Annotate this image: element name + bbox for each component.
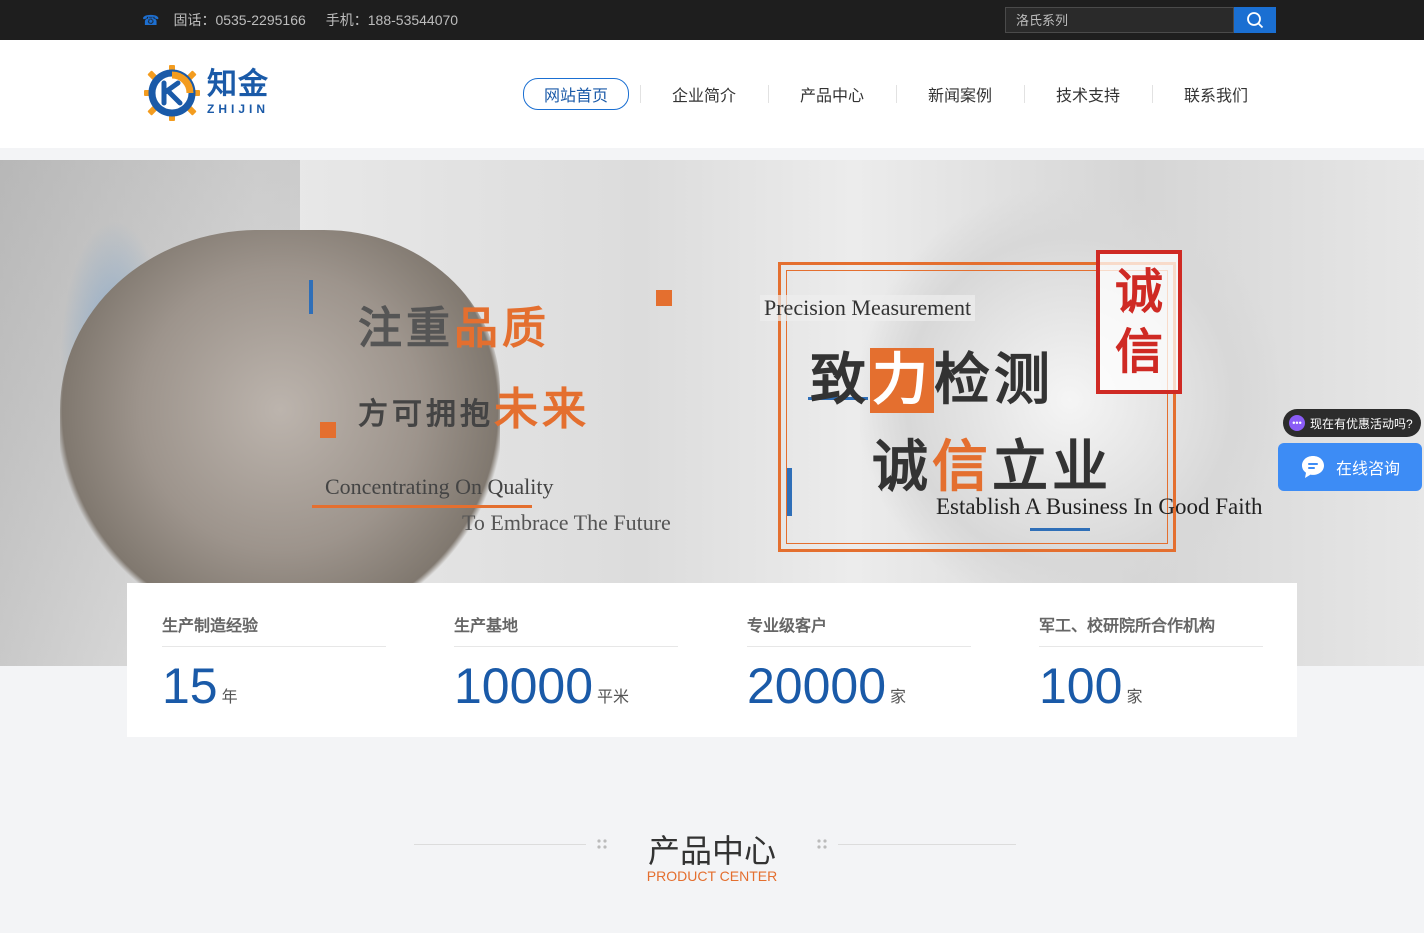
stat-value: 100 家: [1039, 661, 1263, 711]
deco-bar: [1030, 528, 1090, 531]
stat-label: 生产制造经验: [162, 612, 386, 647]
stat-item: 生产制造经验 15 年: [162, 583, 386, 711]
nav-contact[interactable]: 联系我们: [1152, 79, 1280, 109]
seal-char: 诚: [1114, 264, 1163, 320]
contact-info: ☎ 固话：0535-2295166 手机：188-53544070: [142, 0, 458, 40]
deco-square: [320, 422, 336, 438]
slogan-text: 立业: [992, 435, 1112, 500]
slogan-highlight: 信: [932, 435, 992, 500]
logo-en: ZHIJIN: [207, 102, 270, 116]
nav-support-label: 技术支持: [1055, 88, 1120, 105]
stat-item: 军工、校研院所合作机构 100 家: [1039, 583, 1263, 711]
nav-about-label: 企业简介: [671, 88, 736, 105]
search-button[interactable]: [1234, 7, 1276, 33]
banner-precision-text: Precision Measurement: [760, 295, 976, 321]
stat-number: 10000: [454, 658, 594, 714]
search-box: [1005, 7, 1276, 33]
deco-bar: [309, 280, 313, 314]
mobile-text: 手机：188-53544070: [325, 12, 459, 28]
stat-value: 20000 家: [747, 661, 971, 711]
stat-number: 20000: [747, 658, 887, 714]
chat-icon: [1302, 456, 1324, 478]
deco-bar: [787, 468, 792, 516]
landline-text: 固话：0535-2295166: [173, 12, 306, 28]
gear-logo-icon: [144, 65, 200, 121]
slogan-highlight: 未来: [494, 384, 590, 435]
banner-en-right: Establish A Business In Good Faith: [936, 494, 1263, 519]
banner-en-left-2: To Embrace The Future: [462, 510, 671, 535]
slogan-text: 致: [810, 348, 870, 413]
section-subtitle: PRODUCT CENTER: [646, 868, 778, 884]
site-header: 知金 ZHIJIN 网站首页 企业简介 产品中心 新闻案例 技术支持 联系我们: [0, 40, 1424, 148]
stat-item: 生产基地 10000 平米: [454, 583, 678, 711]
chat-bubble-icon: •••: [1289, 415, 1305, 431]
stat-unit: 家: [890, 689, 907, 706]
slogan-text: 注重: [358, 303, 454, 354]
phone-icon: ☎: [142, 11, 160, 28]
nav-products-label: 产品中心: [799, 88, 864, 105]
nav-news[interactable]: 新闻案例: [896, 79, 1024, 109]
search-input[interactable]: [1005, 7, 1234, 33]
stat-unit: 平米: [597, 689, 630, 706]
logo-text: 知金 ZHIJIN: [207, 67, 270, 117]
slogan-highlight: 品质: [454, 303, 550, 354]
slogan-text: 方可拥抱: [358, 397, 494, 432]
stat-label: 生产基地: [454, 612, 678, 647]
nav-products[interactable]: 产品中心: [768, 79, 896, 109]
top-bar: ☎ 固话：0535-2295166 手机：188-53544070: [0, 0, 1424, 40]
deco-underline: [312, 505, 532, 508]
stat-item: 专业级客户 20000 家: [747, 583, 971, 711]
online-consult-button[interactable]: 在线咨询: [1278, 443, 1422, 491]
banner-en-left-1: Concentrating On Quality: [325, 474, 554, 499]
stats-panel: 生产制造经验 15 年 生产基地 10000 平米 专业级客户 20000 家 …: [127, 583, 1297, 737]
logo-cn: 知金: [207, 67, 269, 102]
nav-home-label: 网站首页: [522, 78, 629, 110]
seal-char: 信: [1114, 324, 1163, 380]
section-title: 产品中心: [647, 832, 776, 870]
banner-slogan-left-2: 方可拥抱未来: [358, 373, 590, 437]
banner-slogan-right-2: 诚信立业: [872, 422, 1112, 503]
stat-value: 15 年: [162, 661, 386, 711]
banner-slogan-left-1: 注重品质: [358, 292, 550, 356]
promo-bubble-text: 现在有优惠活动吗?: [1310, 416, 1413, 431]
nav-news-label: 新闻案例: [927, 88, 992, 105]
online-consult-label: 在线咨询: [1336, 461, 1401, 478]
slogan-text: 诚: [872, 435, 932, 500]
nav-support[interactable]: 技术支持: [1024, 79, 1152, 109]
site-logo[interactable]: 知金 ZHIJIN: [142, 60, 292, 126]
stat-label: 专业级客户: [747, 612, 971, 647]
nav-home[interactable]: 网站首页: [512, 78, 640, 110]
slogan-text: 检测: [934, 348, 1054, 413]
stat-unit: 家: [1126, 689, 1143, 706]
search-icon: [1247, 12, 1264, 29]
deco-square: [656, 290, 672, 306]
stat-value: 10000 平米: [454, 661, 678, 711]
banner-seal: 诚 信: [1096, 250, 1182, 394]
slogan-highlight: 力: [870, 348, 934, 413]
stat-number: 100: [1039, 658, 1123, 714]
banner-slogan-right-1: 致力检测: [810, 335, 1054, 416]
stat-unit: 年: [221, 689, 238, 706]
promo-bubble[interactable]: ••• 现在有优惠活动吗?: [1283, 409, 1421, 437]
nav-contact-label: 联系我们: [1183, 88, 1248, 105]
main-nav: 网站首页 企业简介 产品中心 新闻案例 技术支持 联系我们: [512, 78, 1280, 110]
stat-label: 军工、校研院所合作机构: [1039, 612, 1263, 647]
stat-number: 15: [162, 658, 218, 714]
nav-about[interactable]: 企业简介: [640, 79, 768, 109]
